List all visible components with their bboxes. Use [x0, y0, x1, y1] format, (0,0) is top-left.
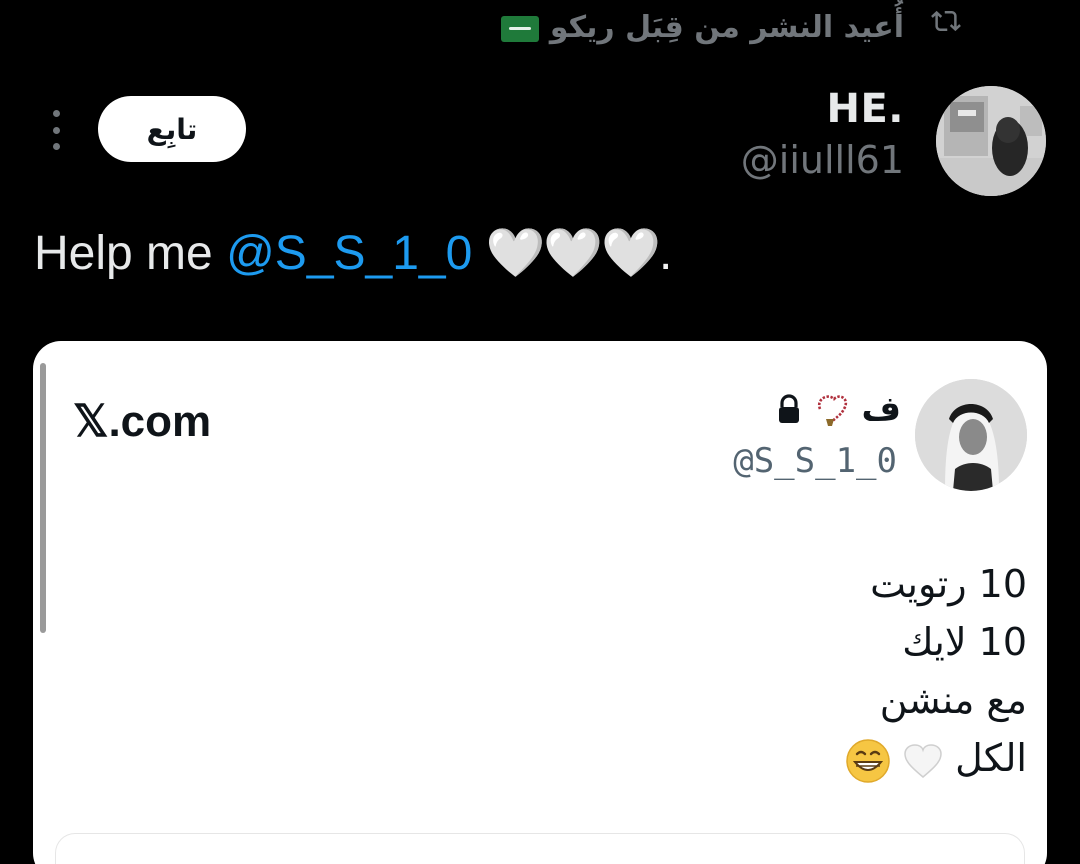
- repost-label-text: أُعيد النشر من قِبَل ريكو: [549, 10, 904, 45]
- more-dot: [52, 143, 60, 150]
- card-scrollbar: [40, 363, 46, 633]
- grinning-face-icon: [846, 738, 890, 783]
- inner-line-text: الكل: [955, 736, 1027, 780]
- more-options-icon[interactable]: [48, 110, 64, 150]
- inner-line: 10 رتويت: [870, 562, 1027, 606]
- tweet-text: Help me @S_S_1_0 🤍🤍🤍.: [34, 224, 673, 281]
- avatar-photo-icon: [936, 86, 1046, 196]
- more-dot: [52, 110, 60, 117]
- author-handle[interactable]: @iiulll61: [741, 138, 904, 182]
- inner-line: 10 لايك: [902, 620, 1027, 664]
- embedded-image-card[interactable]: 𝕏.com ف @S_S_1_0 10 رتويت 10 لايك مع منش…: [33, 341, 1047, 864]
- tweet-text-space: [472, 227, 485, 280]
- rosary-icon: [817, 395, 847, 426]
- inner-author-handle: @S_S_1_0: [733, 441, 897, 481]
- author-avatar[interactable]: [936, 86, 1046, 196]
- author-name[interactable]: HE.: [827, 86, 905, 132]
- inner-line: مع منشن: [879, 678, 1027, 722]
- tweet-text-prefix: Help me: [34, 227, 227, 280]
- inner-avatar-photo-icon: [915, 379, 1027, 491]
- tweet-page: أُعيد النشر من قِبَل ريكو HE. @iiulll61 …: [0, 0, 1080, 864]
- inner-author-avatar: [915, 379, 1027, 491]
- inner-line-last: الكل: [845, 729, 1027, 787]
- inner-tweet-text: 10 رتويت 10 لايك مع منشن الكل: [845, 555, 1027, 787]
- tweet-suffix: 🤍🤍🤍.: [485, 227, 673, 280]
- card-inner-panel-edge: [55, 833, 1025, 864]
- repost-label: أُعيد النشر من قِبَل ريكو: [491, 10, 904, 45]
- more-dot: [52, 126, 60, 134]
- tweet-mention-link[interactable]: @S_S_1_0: [226, 227, 472, 280]
- repost-icon: [931, 10, 961, 32]
- follow-button[interactable]: تابِع: [98, 96, 246, 162]
- white-heart-icon: [904, 743, 942, 778]
- lock-icon: [778, 394, 799, 423]
- saudi-flag-icon: [501, 15, 540, 42]
- inner-author-name: ف: [861, 389, 902, 429]
- inner-author-name-row: ف: [776, 389, 902, 429]
- card-source-label: 𝕏.com: [73, 397, 212, 446]
